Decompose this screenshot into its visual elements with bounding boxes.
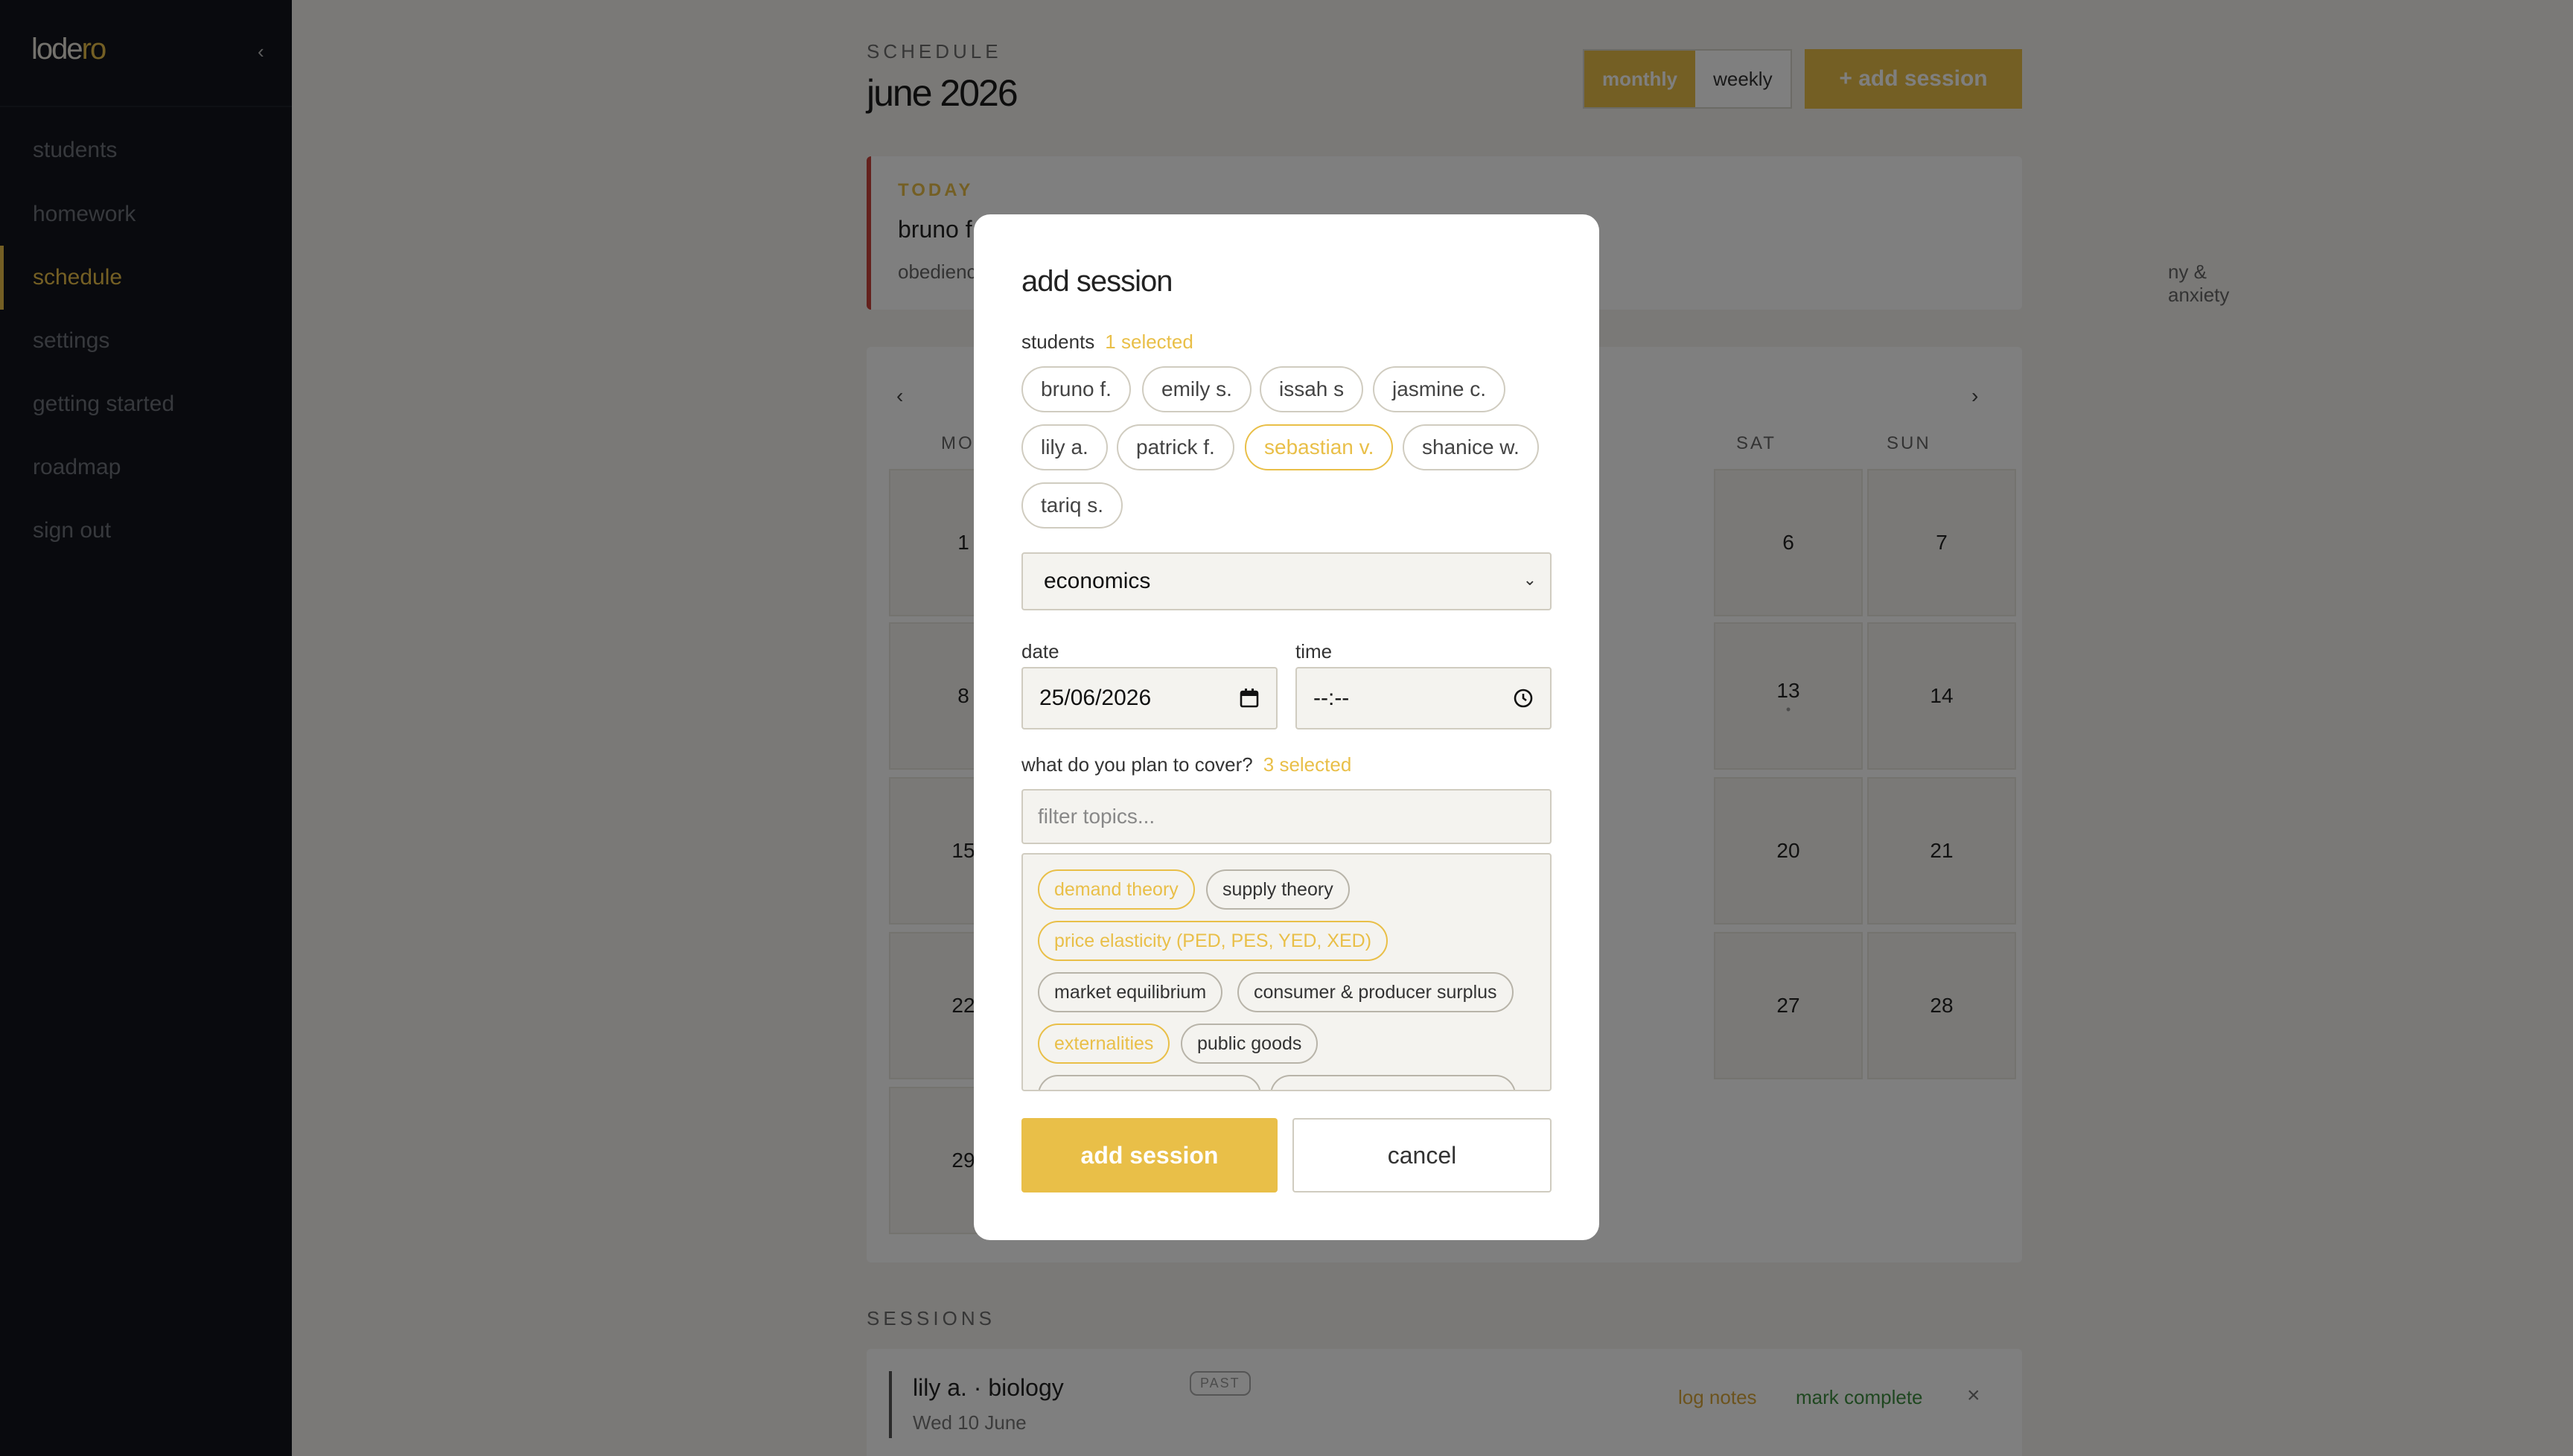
time-value: --:-- xyxy=(1313,686,1350,710)
students-label-text: students xyxy=(1021,331,1095,353)
topics-label: what do you plan to cover? 3 selected xyxy=(1021,753,1351,776)
calendar-icon[interactable] xyxy=(1239,688,1260,714)
date-label: date xyxy=(1021,640,1059,662)
students-label: students 1 selected xyxy=(1021,331,1193,354)
filter-topics-input[interactable]: filter topics... xyxy=(1021,789,1552,844)
student-chip-patrick[interactable]: patrick f. xyxy=(1117,424,1234,470)
modal-title: add session xyxy=(1021,265,1173,298)
topic-chip-price-elasticity[interactable]: price elasticity (PED, PES, YED, XED) xyxy=(1038,921,1388,961)
add-session-modal: add session students 1 selected bruno f. … xyxy=(974,214,1599,1240)
chevron-down-icon: ⌄ xyxy=(1523,570,1537,589)
subject-select[interactable]: economics ⌄ xyxy=(1021,552,1552,610)
topic-chip-surplus[interactable]: consumer & producer surplus xyxy=(1237,972,1514,1012)
topics-count: 3 selected xyxy=(1263,753,1352,776)
topic-chip-public-goods[interactable]: public goods xyxy=(1181,1024,1319,1064)
topics-label-text: what do you plan to cover? xyxy=(1021,753,1253,776)
time-label: time xyxy=(1295,640,1333,662)
student-chip-sebastian[interactable]: sebastian v. xyxy=(1245,424,1394,470)
student-chip-jasmine[interactable]: jasmine c. xyxy=(1373,366,1506,412)
topic-chip-demand-theory[interactable]: demand theory xyxy=(1038,869,1195,910)
submit-add-session-button[interactable]: add session xyxy=(1021,1118,1278,1192)
topic-chip-supply-theory[interactable]: supply theory xyxy=(1206,869,1350,910)
time-input[interactable]: --:-- xyxy=(1295,667,1552,729)
date-value: 25/06/2026 xyxy=(1039,686,1152,710)
clock-icon[interactable] xyxy=(1513,688,1534,714)
topic-chip-market-equilibrium[interactable]: market equilibrium xyxy=(1038,972,1223,1012)
date-input[interactable]: 25/06/2026 xyxy=(1021,667,1278,729)
student-chip-lily[interactable]: lily a. xyxy=(1021,424,1108,470)
topic-chip-partial[interactable] xyxy=(1270,1075,1516,1090)
topic-chip-partial[interactable] xyxy=(1038,1075,1261,1090)
subject-value: economics xyxy=(1044,569,1151,593)
student-chip-bruno[interactable]: bruno f. xyxy=(1021,366,1131,412)
topics-list[interactable]: demand theory supply theory price elasti… xyxy=(1021,853,1552,1091)
student-chip-emily[interactable]: emily s. xyxy=(1142,366,1252,412)
student-chip-issah[interactable]: issah s xyxy=(1260,366,1364,412)
students-count: 1 selected xyxy=(1105,331,1193,353)
cancel-button[interactable]: cancel xyxy=(1292,1118,1552,1192)
student-chip-shanice[interactable]: shanice w. xyxy=(1403,424,1539,470)
topic-chip-externalities[interactable]: externalities xyxy=(1038,1024,1170,1064)
student-chip-tariq[interactable]: tariq s. xyxy=(1021,482,1123,529)
